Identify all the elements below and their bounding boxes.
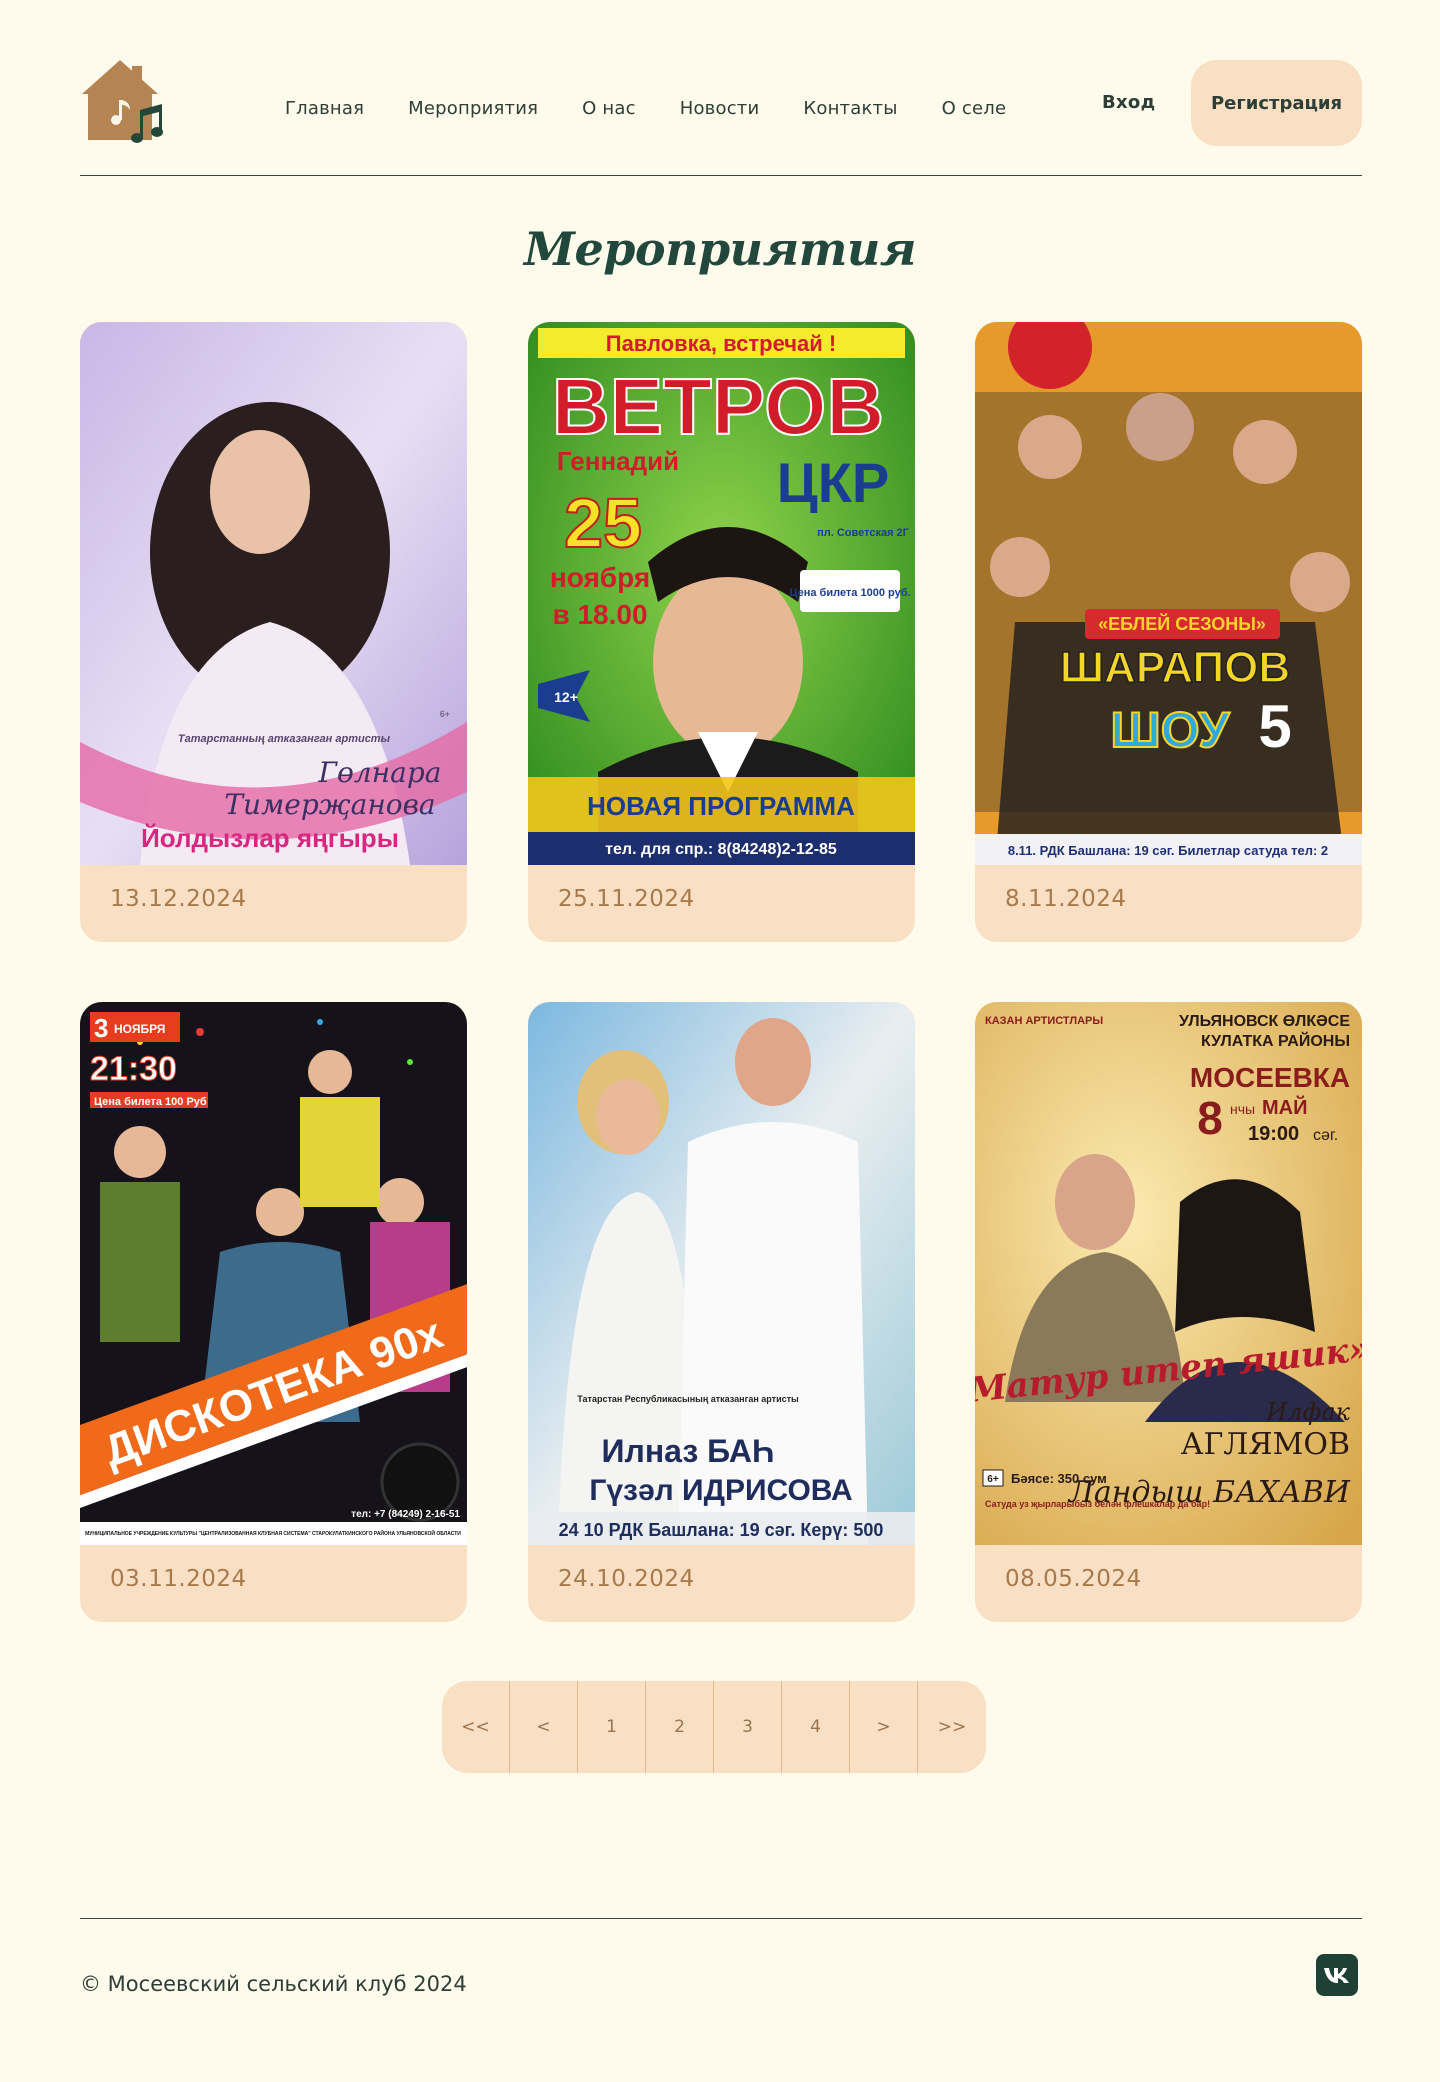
poster-firstname: Геннадий: [557, 446, 679, 476]
poster-organization: МУНИЦИПАЛЬНОЕ УЧРЕЖДЕНИЕ КУЛЬТУРЫ "ЦЕНТР…: [85, 1529, 461, 1537]
event-card[interactable]: КАЗАН АРТИСТЛАРЫ УЛЬЯНОВСК ӨЛКӘСЕ КУЛАТК…: [975, 1002, 1362, 1622]
poster-region: УЛЬЯНОВСК ӨЛКӘСЕ: [1179, 1013, 1350, 1030]
poster-age: 12+: [554, 689, 578, 705]
nav-item-about[interactable]: О нас: [582, 98, 636, 119]
poster-surname: ВЕТРОВ: [552, 362, 884, 451]
pagination: << < 1 2 3 4 > >>: [442, 1681, 986, 1773]
poster-footer: 8.11. РДК Башлана: 19 сәг. Билетлар сату…: [1008, 843, 1328, 858]
poster-venue: ЦКР: [777, 451, 889, 514]
poster-header: КАЗАН АРТИСТЛАРЫ: [985, 1015, 1103, 1027]
poster-day: 8: [1197, 1092, 1223, 1144]
event-date: 08.05.2024: [1005, 1566, 1142, 1592]
poster-day-suffix: нчы: [1230, 1101, 1255, 1117]
poster-day: 3: [94, 1013, 108, 1043]
page-title: Мероприятия: [524, 222, 916, 276]
event-poster[interactable]: «ЕБЛЕЙ СЕЗОНЫ» ШАРАПОВ ШОУ 5 8.11. РДК Б…: [975, 322, 1362, 865]
event-card[interactable]: Павловка, встречай ! ВЕТРОВ Геннадий ЦКР…: [528, 322, 915, 942]
poster-subtitle: Татарстан Республикасының атказанган арт…: [577, 1394, 799, 1404]
pagination-next[interactable]: >: [850, 1681, 918, 1773]
footer-divider: [80, 1918, 1362, 1919]
poster-artist: Илфак: [1265, 1398, 1350, 1426]
poster-footer: 24 10 РДК Башлана: 19 сәг. Керү: 500: [559, 1520, 884, 1540]
poster-name: Тимерҗанова: [224, 788, 435, 821]
vk-icon[interactable]: [1316, 1954, 1358, 1996]
poster-price: Бәясе: 350 сум: [1011, 1471, 1107, 1486]
pagination-page-1[interactable]: 1: [578, 1681, 646, 1773]
event-card[interactable]: «ЕБЛЕЙ СЕЗОНЫ» ШАРАПОВ ШОУ 5 8.11. РДК Б…: [975, 322, 1362, 942]
poster-show-number: 5: [1258, 693, 1291, 760]
poster-note: Сатуда уз җырларыбыз белән флешкалар да …: [985, 1499, 1210, 1509]
event-date: 24.10.2024: [558, 1566, 695, 1592]
poster-region: КУЛАТКА РАЙОНЫ: [1201, 1031, 1350, 1050]
event-date: 8.11.2024: [1005, 886, 1127, 912]
pagination-prev[interactable]: <: [510, 1681, 578, 1773]
poster-name: Илназ БАҺ: [601, 1433, 774, 1469]
poster-time: 21:30: [90, 1050, 177, 1088]
poster-phone: тел. для спр.: 8(84248)2-12-85: [605, 841, 837, 858]
poster-program: НОВАЯ ПРОГРАММА: [587, 791, 855, 821]
event-card[interactable]: Татарстанның атказанган артисты Гөлнара …: [80, 322, 467, 942]
poster-show-title: ШАРАПОВ: [1060, 643, 1290, 692]
event-date: 13.12.2024: [110, 886, 247, 912]
poster-age: 6+: [987, 1474, 999, 1485]
poster-time: 19:00: [1248, 1123, 1299, 1145]
poster-phone: тел: +7 (84249) 2-16-51: [351, 1509, 460, 1520]
pagination-page-4[interactable]: 4: [782, 1681, 850, 1773]
poster-village: МОСЕЕВКА: [1190, 1062, 1350, 1093]
main-nav: Главная Мероприятия О нас Новости Контак…: [285, 98, 1050, 119]
pagination-page-3[interactable]: 3: [714, 1681, 782, 1773]
event-poster[interactable]: Павловка, встречай ! ВЕТРОВ Геннадий ЦКР…: [528, 322, 915, 865]
poster-show-title: ШОУ: [1111, 702, 1231, 758]
event-date: 25.11.2024: [558, 886, 695, 912]
site-header: Главная Мероприятия О нас Новости Контак…: [80, 58, 1362, 176]
poster-month: ноября: [550, 562, 650, 593]
poster-title: Йолдызлар яңгыры: [141, 823, 399, 853]
poster-venue-address: пл. Советская 2Г: [817, 527, 910, 539]
pagination-page-2[interactable]: 2: [646, 1681, 714, 1773]
event-poster[interactable]: КАЗАН АРТИСТЛАРЫ УЛЬЯНОВСК ӨЛКӘСЕ КУЛАТК…: [975, 1002, 1362, 1545]
house-music-icon[interactable]: [80, 58, 166, 148]
pagination-last[interactable]: >>: [918, 1681, 986, 1773]
poster-time: в 18.00: [552, 599, 647, 630]
poster-month: МАЙ: [1262, 1095, 1307, 1119]
login-link[interactable]: Вход: [1102, 92, 1155, 113]
register-button[interactable]: Регистрация: [1191, 60, 1362, 146]
poster-time-suffix: сәг.: [1313, 1127, 1338, 1144]
poster-name: Гөлнара: [318, 756, 442, 789]
event-card[interactable]: Татарстан Республикасының атказанган арт…: [528, 1002, 915, 1622]
event-poster[interactable]: 3 НОЯБРЯ 21:30 Цена билета 100 Руб ДИСКО…: [80, 1002, 467, 1545]
poster-price: Цена билета 100 Руб: [94, 1096, 207, 1108]
poster-banner: Павловка, встречай !: [606, 331, 836, 356]
footer-copyright: © Мосеевский сельский клуб 2024: [80, 1972, 467, 1996]
nav-item-news[interactable]: Новости: [680, 98, 760, 119]
poster-day: 25: [564, 484, 642, 562]
nav-item-home[interactable]: Главная: [285, 98, 364, 119]
poster-name: Гүзәл ИДРИСОВА: [589, 1474, 852, 1507]
poster-month: НОЯБРЯ: [114, 1022, 165, 1036]
poster-subtitle: Татарстанның атказанган артисты: [178, 733, 391, 745]
nav-item-events[interactable]: Мероприятия: [408, 98, 538, 119]
poster-price: Цена билета 1000 руб.: [789, 587, 910, 599]
pagination-first[interactable]: <<: [442, 1681, 510, 1773]
nav-item-village[interactable]: О селе: [942, 98, 1007, 119]
event-card[interactable]: 3 НОЯБРЯ 21:30 Цена билета 100 Руб ДИСКО…: [80, 1002, 467, 1622]
poster-artist: АГЛЯМОВ: [1181, 1427, 1350, 1462]
poster-season: «ЕБЛЕЙ СЕЗОНЫ»: [1098, 613, 1266, 634]
event-poster[interactable]: Татарстан Республикасының атказанган арт…: [528, 1002, 915, 1545]
nav-item-contacts[interactable]: Контакты: [803, 98, 897, 119]
event-poster[interactable]: Татарстанның атказанган артисты Гөлнара …: [80, 322, 467, 865]
poster-age: 6+: [440, 709, 450, 719]
event-date: 03.11.2024: [110, 1566, 247, 1592]
